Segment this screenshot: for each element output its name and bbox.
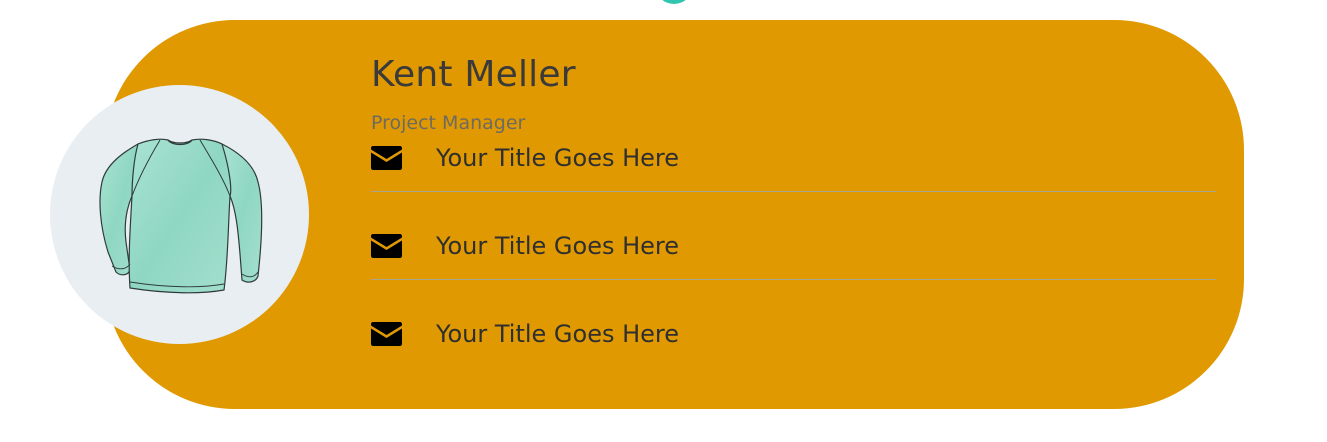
envelope-icon [371,146,402,170]
contact-label: Your Title Goes Here [436,232,680,260]
contact-item[interactable]: Your Title Goes Here [371,312,1216,400]
contact-item[interactable]: Your Title Goes Here [371,224,1216,312]
sweater-illustration-icon [98,138,262,293]
profile-info: Kent Meller Project Manager Your Title G… [371,50,1216,416]
contact-list: Your Title Goes Here Your Title Goes Her… [371,136,1216,400]
divider [371,191,1216,192]
envelope-icon [371,322,402,346]
profile-name: Kent Meller [371,54,576,95]
accent-dot [655,0,693,4]
contact-row: Your Title Goes Here [371,136,679,180]
contact-row: Your Title Goes Here [371,312,679,356]
divider [371,279,1216,280]
contact-item[interactable]: Your Title Goes Here [371,136,1216,224]
profile-role: Project Manager [371,112,526,134]
profile-avatar [50,85,309,344]
contact-label: Your Title Goes Here [436,320,680,348]
contact-row: Your Title Goes Here [371,224,679,268]
envelope-icon [371,234,402,258]
contact-label: Your Title Goes Here [436,144,680,172]
